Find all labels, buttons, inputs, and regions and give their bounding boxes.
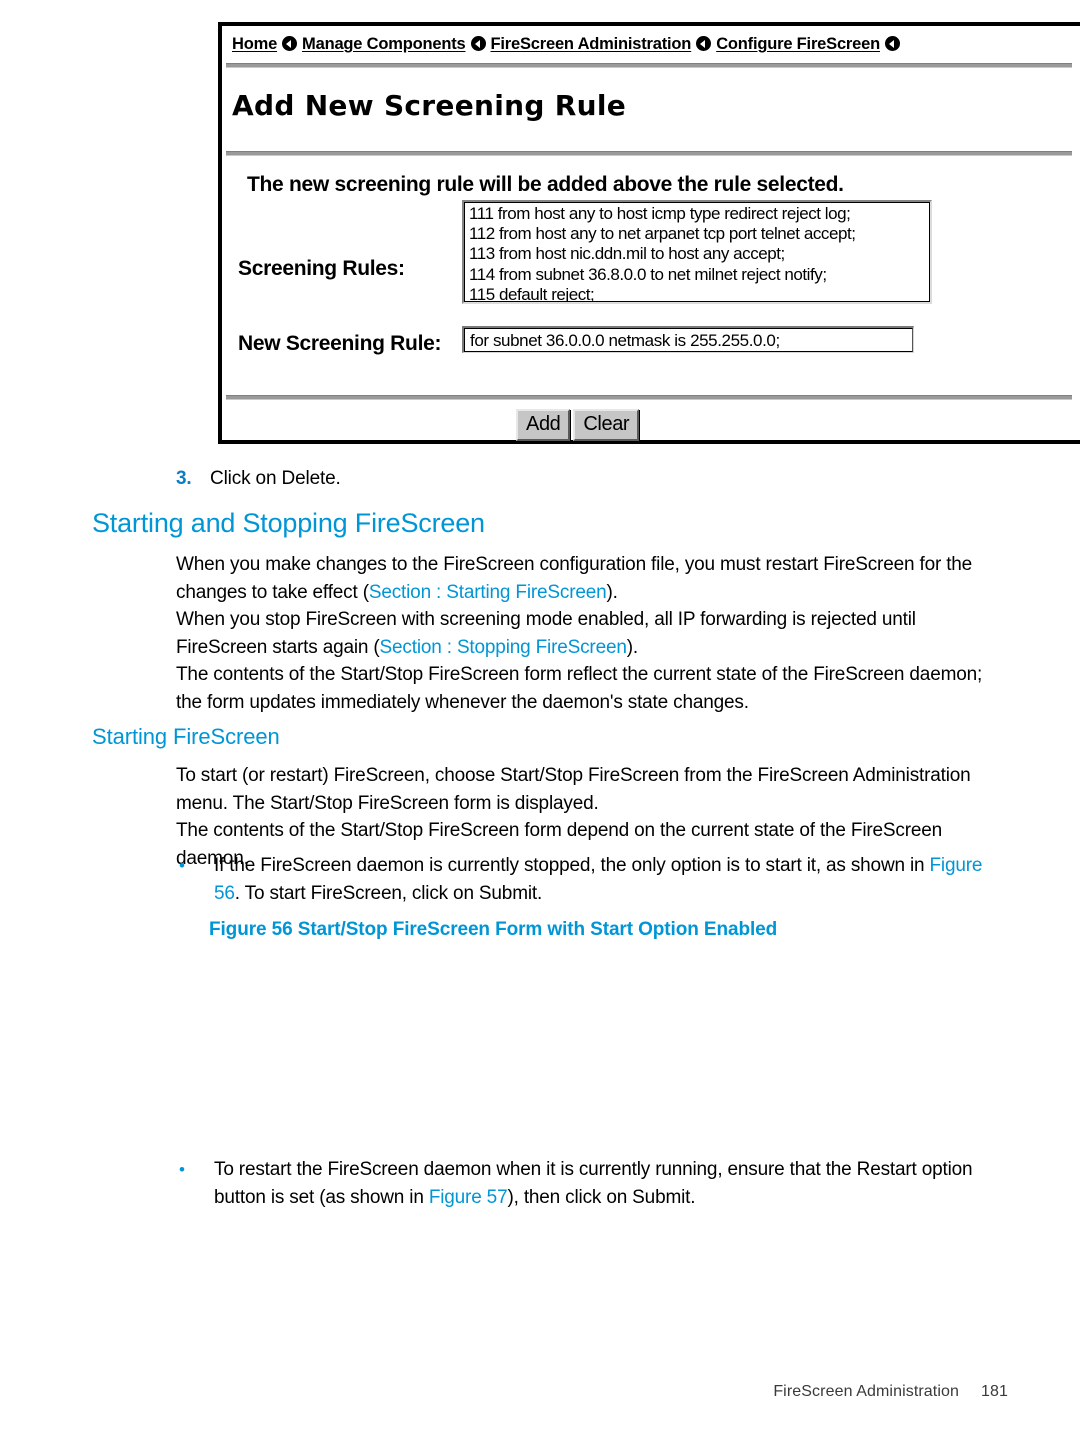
list-item[interactable]: 113 from host nic.ddn.mil to host any ac… — [469, 244, 927, 264]
section-heading: Starting and Stopping FireScreen — [92, 508, 485, 538]
new-screening-rule-input[interactable]: for subnet 36.0.0.0 netmask is 255.255.0… — [462, 326, 914, 353]
left-triangle-bullet-icon — [696, 36, 712, 51]
left-triangle-bullet-icon — [282, 36, 298, 51]
breadcrumb: Home Manage Components FireScreen Administ… — [232, 35, 905, 54]
numbered-step-3: 3. Click on Delete. — [176, 468, 341, 490]
footer-title: FireScreen Administration — [773, 1383, 959, 1400]
bullet-text-after: . To start FireScreen, click on Submit. — [234, 882, 543, 904]
figure-reference-link[interactable]: Figure 57 — [429, 1187, 508, 1208]
screening-rules-label: Screening Rules: — [238, 257, 405, 280]
list-item[interactable]: 114 from subnet 36.8.0.0 to net milnet r… — [469, 265, 927, 285]
paragraph-form-contents: The contents of the Start/Stop FireScree… — [176, 664, 983, 713]
breadcrumb-link-home[interactable]: Home — [232, 35, 277, 53]
subsection-heading: Starting FireScreen — [92, 724, 280, 749]
paragraph-how-to-start: To start (or restart) FireScreen, choose… — [176, 765, 971, 814]
divider-middle — [226, 151, 1072, 156]
divider-top — [226, 63, 1072, 68]
breadcrumb-link-configure-firescreen[interactable]: Configure FireScreen — [716, 35, 880, 53]
new-screening-rule-input-value[interactable]: for subnet 36.0.0.0 netmask is 255.255.0… — [464, 328, 913, 352]
bullet-text-before: If the FireScreen daemon is currently st… — [214, 855, 930, 876]
step-text: Click on Delete. — [210, 468, 341, 489]
cross-reference-link[interactable]: Section : Starting FireScreen — [369, 582, 607, 603]
bullet-item-start: If the FireScreen daemon is currently st… — [176, 852, 1008, 907]
form-button-row: Add Clear — [516, 409, 640, 441]
list-item[interactable]: 112 from host any to net arpanet tcp por… — [469, 224, 927, 244]
left-triangle-bullet-icon — [470, 36, 486, 51]
form-notice-text: The new screening rule will be added abo… — [247, 173, 844, 196]
paragraph-stop-note: When you stop FireScreen with screening … — [176, 606, 1008, 661]
left-triangle-bullet-icon — [884, 36, 900, 51]
divider-bottom — [226, 395, 1072, 400]
screening-rules-listbox[interactable]: 111 from host any to host icmp type redi… — [462, 200, 932, 304]
browser-form-area: Home Manage Components FireScreen Administ… — [226, 29, 1080, 441]
paragraph-text-after: ). — [626, 636, 638, 658]
breadcrumb-link-manage-components[interactable]: Manage Components — [302, 35, 466, 53]
figure-screenshot-add-new-screening-rule: Home Manage Components FireScreen Administ… — [218, 22, 1080, 444]
breadcrumb-link-firescreen-administration[interactable]: FireScreen Administration — [491, 35, 692, 53]
list-item[interactable]: 115 default reject; — [469, 285, 927, 302]
add-button[interactable]: Add — [516, 409, 571, 441]
clear-button[interactable]: Clear — [573, 409, 640, 441]
page-number: 181 — [981, 1383, 1008, 1400]
bullet-item-restart: To restart the FireScreen daemon when it… — [176, 1156, 1008, 1211]
list-item[interactable]: 111 from host any to host icmp type redi… — [469, 204, 927, 224]
bullet-text-after: ), then click on Submit. — [507, 1186, 696, 1208]
paragraph-restart-note: When you make changes to the FireScreen … — [176, 551, 1008, 606]
paragraph-text-after: ). — [606, 581, 618, 603]
figure-caption: Figure 56 Start/Stop FireScreen Form wit… — [209, 919, 778, 940]
cross-reference-link[interactable]: Section : Stopping FireScreen — [380, 637, 627, 658]
form-title: Add New Screening Rule — [232, 89, 627, 122]
step-number: 3. — [176, 468, 192, 489]
screening-rules-options[interactable]: 111 from host any to host icmp type redi… — [464, 202, 930, 302]
new-screening-rule-label: New Screening Rule: — [238, 332, 442, 355]
page-footer: FireScreen Administration 181 — [0, 1383, 1008, 1401]
